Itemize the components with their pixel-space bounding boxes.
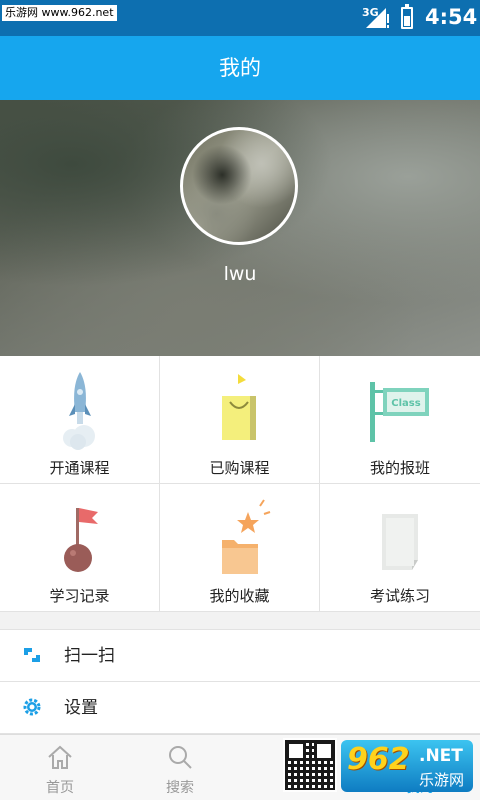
username[interactable]: lwu: [0, 263, 480, 285]
flag-ball-icon: [64, 508, 98, 572]
title-bar: 我的: [0, 36, 480, 100]
watermark-site-name: 乐游网: [419, 771, 465, 789]
grid-item-favorites[interactable]: 我的收藏: [160, 484, 320, 612]
site-watermark: 乐游网 www.962.net: [2, 5, 117, 21]
class-sign-icon: Class: [370, 382, 429, 442]
watermark-brand: 962: [347, 742, 410, 777]
avatar[interactable]: [180, 127, 298, 245]
menu-list: 扫一扫 设置: [0, 629, 480, 734]
profile-header: lwu: [0, 100, 480, 356]
menu-item-scan[interactable]: 扫一扫: [0, 630, 480, 682]
folder-star-icon: [222, 499, 271, 574]
gear-icon: [23, 698, 41, 716]
paper-icon: [382, 514, 418, 570]
grid-item-study-record[interactable]: 学习记录: [0, 484, 160, 612]
grid-item-my-class[interactable]: Class 我的报班: [320, 356, 480, 484]
grid-item-label: 我的报班: [369, 459, 430, 477]
grid-item-label: 我的收藏: [209, 587, 270, 605]
menu-item-label: 设置: [64, 698, 98, 718]
shopping-bag-icon: [222, 374, 256, 440]
grid-item-exam-practice[interactable]: 考试练习: [320, 484, 480, 612]
nav-label: 首页: [46, 780, 74, 796]
status-bar: 乐游网 www.962.net 3G 4:54: [0, 0, 480, 36]
qr-code: [283, 738, 337, 792]
grid-item-label: 考试练习: [369, 587, 430, 605]
grid-item-open-course[interactable]: 开通课程: [0, 356, 160, 484]
nav-item-home[interactable]: 首页: [0, 735, 120, 800]
grid-item-label: 开通课程: [49, 459, 110, 477]
grid-item-label: 学习记录: [49, 587, 110, 605]
menu-item-label: 扫一扫: [64, 646, 115, 666]
sign-text: Class: [391, 398, 420, 409]
watermark-tld: .NET: [419, 746, 463, 766]
watermark-overlay: 962 .NET 乐游网: [283, 738, 475, 796]
search-icon: [169, 746, 192, 769]
grid-item-label: 已购课程: [209, 459, 270, 477]
signal-icon: [366, 8, 389, 28]
grid-item-purchased-course[interactable]: 已购课程: [160, 356, 320, 484]
page-title: 我的: [219, 56, 261, 80]
battery-icon: [401, 4, 413, 29]
home-icon: [48, 745, 72, 769]
menu-item-settings[interactable]: 设置: [0, 682, 480, 734]
scan-icon: [24, 648, 40, 662]
watermark-logo: 962 .NET 乐游网: [341, 740, 473, 792]
rocket-icon: [63, 372, 95, 450]
nav-label: 搜索: [166, 780, 194, 796]
nav-item-search[interactable]: 搜索: [120, 735, 240, 800]
feature-grid: 开通课程 已购课程 Class 我的报班 学习记录 我的收藏 考试练习: [0, 356, 480, 612]
clock: 4:54: [425, 5, 478, 29]
